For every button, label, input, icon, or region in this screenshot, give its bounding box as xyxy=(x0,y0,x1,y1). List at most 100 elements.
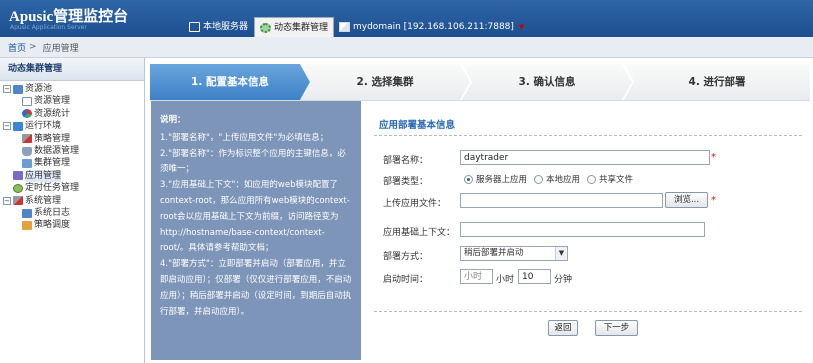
top-bar: Apusic管理监控台 Apusic Application Server 本地… xyxy=(0,0,813,37)
deploy-type-label: 部署类型： xyxy=(383,177,429,187)
step-confirm-info: 3. 确认信息 xyxy=(462,64,632,100)
sidebar: 动态集群管理 − 资源池 资源管理 资源统计 − 运行环境 策略管理 数据源管理 xyxy=(0,58,145,363)
radio-local-app[interactable]: 本地应用 xyxy=(534,173,580,185)
tab-dynamic-cluster[interactable]: 动态集群管理 xyxy=(254,17,335,37)
help-panel: 说明： 1."部署名称"，"上传应用文件"为必填信息； 2."部署名称"：作为标… xyxy=(151,101,361,360)
tab-domain-label: mydomain [192.168.106.211:7888] xyxy=(353,22,514,32)
sidebar-item-resource-statistics[interactable]: 资源统计 xyxy=(0,108,144,120)
pie-chart-icon xyxy=(22,109,32,119)
cluster-icon xyxy=(22,159,32,169)
chevron-down-icon[interactable]: ▼ xyxy=(555,247,567,260)
divider xyxy=(374,135,802,136)
radio-server-app-label: 服务器上应用 xyxy=(476,175,528,185)
sidebar-item-label: 策略管理 xyxy=(34,133,71,144)
scheduling-icon xyxy=(22,220,32,230)
deploy-mode-value: 稍后部署并启动 xyxy=(464,248,524,258)
deploy-type-radio-group: 服务器上应用 本地应用 共享文件 xyxy=(464,173,640,185)
minute-unit: 分钟 xyxy=(554,275,573,285)
radio-button[interactable] xyxy=(587,174,597,184)
chevron-down-icon[interactable]: ▼ xyxy=(519,17,524,37)
sidebar-item-policy-scheduling[interactable]: 策略调度 xyxy=(0,219,144,231)
sidebar-item-label: 资源池 xyxy=(25,84,53,94)
sidebar-item-label: 定时任务管理 xyxy=(25,183,80,194)
tab-domain[interactable]: mydomain [192.168.106.211:7888] ▼ xyxy=(334,17,529,37)
sidebar-item-label: 运行环境 xyxy=(25,121,62,132)
collapse-icon[interactable]: − xyxy=(3,196,11,205)
sidebar-item-label: 数据源管理 xyxy=(34,145,80,156)
application-icon xyxy=(13,171,23,181)
radio-server-app[interactable]: 服务器上应用 xyxy=(464,173,527,185)
log-icon xyxy=(22,208,32,218)
next-button[interactable]: 下一步 xyxy=(595,320,638,336)
tools-icon xyxy=(22,134,32,144)
tab-local-server[interactable]: 本地服务器 xyxy=(184,17,253,37)
upload-file-input[interactable] xyxy=(460,193,663,208)
step-configure-basic-info: 1. 配置基本信息 xyxy=(150,64,310,100)
deploy-name-input[interactable] xyxy=(460,150,710,165)
runtime-env-icon xyxy=(13,121,23,131)
sidebar-item-label: 策略调度 xyxy=(34,220,71,231)
browse-button[interactable]: 浏览... xyxy=(665,192,708,208)
sidebar-item-datasource-management[interactable]: 数据源管理 xyxy=(0,145,144,157)
sidebar-item-policy-management[interactable]: 策略管理 xyxy=(0,133,144,145)
radio-button-selected[interactable] xyxy=(464,174,473,184)
tab-dynamic-cluster-label: 动态集群管理 xyxy=(274,22,329,33)
sidebar-item-label: 资源统计 xyxy=(34,108,71,119)
radio-button[interactable] xyxy=(534,174,544,184)
deploy-name-label: 部署名称： xyxy=(383,156,429,166)
resource-pool-icon xyxy=(13,84,23,94)
sidebar-item-scheduled-tasks[interactable]: 定时任务管理 xyxy=(0,182,144,194)
sidebar-item-application-management[interactable]: 应用管理 xyxy=(0,169,144,183)
base-context-input[interactable] xyxy=(460,222,705,237)
help-line-2: 2."部署名称"：作为标识整个应用的主键信息，必须唯一； xyxy=(160,148,346,175)
start-time-label: 启动时间： xyxy=(383,275,429,285)
sidebar-item-runtime-env[interactable]: − 运行环境 xyxy=(0,120,144,132)
sidebar-item-label: 资源管理 xyxy=(34,96,71,107)
sidebar-item-label: 集群管理 xyxy=(34,158,71,169)
help-line-1: 1."部署名称"，"上传应用文件"为必填信息； xyxy=(160,132,329,143)
breadcrumb-current: 应用管理 xyxy=(42,43,79,54)
sidebar-item-system-log[interactable]: 系统日志 xyxy=(0,207,144,219)
sidebar-title: 动态集群管理 xyxy=(0,58,144,81)
sidebar-item-label: 系统日志 xyxy=(34,207,71,218)
app-logo-subtitle: Apusic Application Server xyxy=(10,24,87,31)
collapse-icon[interactable]: − xyxy=(3,122,11,131)
domain-icon xyxy=(339,22,350,32)
sidebar-item-cluster-management[interactable]: 集群管理 xyxy=(0,157,144,169)
help-line-4: 4."部署方式"：立即部署并启动（部署应用，并立即启动应用）；仅部署（仅仅进行部… xyxy=(160,259,352,317)
help-line-3: 3."应用基础上下文"：如应用的web模块配置了context-root，那么应… xyxy=(160,180,350,254)
sidebar-item-label: 应用管理 xyxy=(25,169,62,183)
divider xyxy=(374,311,802,312)
wrench-icon xyxy=(13,196,23,206)
upload-file-label: 上传应用文件： xyxy=(383,199,447,209)
document-icon xyxy=(22,97,32,107)
breadcrumb-home[interactable]: 首页 xyxy=(8,41,26,54)
clock-icon xyxy=(13,183,23,193)
collapse-icon[interactable]: − xyxy=(3,85,11,94)
required-mark: * xyxy=(711,195,716,206)
database-icon xyxy=(22,146,32,156)
radio-shared-file-label: 共享文件 xyxy=(599,175,634,185)
sidebar-item-resource-pool[interactable]: − 资源池 xyxy=(0,83,144,95)
step-deploy: 4. 进行部署 xyxy=(624,64,810,100)
tab-local-server-label: 本地服务器 xyxy=(203,22,249,32)
minute-input[interactable] xyxy=(518,269,551,284)
deploy-mode-select[interactable]: 稍后部署并启动 ▼ xyxy=(460,246,568,261)
back-button[interactable]: 返回 xyxy=(548,320,578,336)
sidebar-item-system-management[interactable]: − 系统管理 xyxy=(0,195,144,207)
required-mark: * xyxy=(711,152,716,163)
hour-unit: 小时 xyxy=(496,275,515,285)
help-title: 说明： xyxy=(160,115,186,125)
wizard-steps: 1. 配置基本信息 2. 选择集群 3. 确认信息 4. 进行部署 xyxy=(150,64,810,100)
radio-shared-file[interactable]: 共享文件 xyxy=(587,173,633,185)
sidebar-item-resource-management[interactable]: 资源管理 xyxy=(0,95,144,107)
deploy-form: 应用部署基本信息 部署名称： * 部署类型： 服务器上应用 本地应用 共享文件 … xyxy=(370,101,810,360)
step-select-cluster: 2. 选择集群 xyxy=(300,64,470,100)
gear-icon xyxy=(260,22,271,33)
hour-input[interactable] xyxy=(460,269,493,284)
monitor-icon xyxy=(189,22,200,32)
breadcrumb-separator: > xyxy=(29,42,37,52)
radio-local-app-label: 本地应用 xyxy=(546,175,581,185)
nav-tree: − 资源池 资源管理 资源统计 − 运行环境 策略管理 数据源管理 集群管理 应… xyxy=(0,81,144,232)
deploy-mode-label: 部署方式： xyxy=(383,252,429,262)
